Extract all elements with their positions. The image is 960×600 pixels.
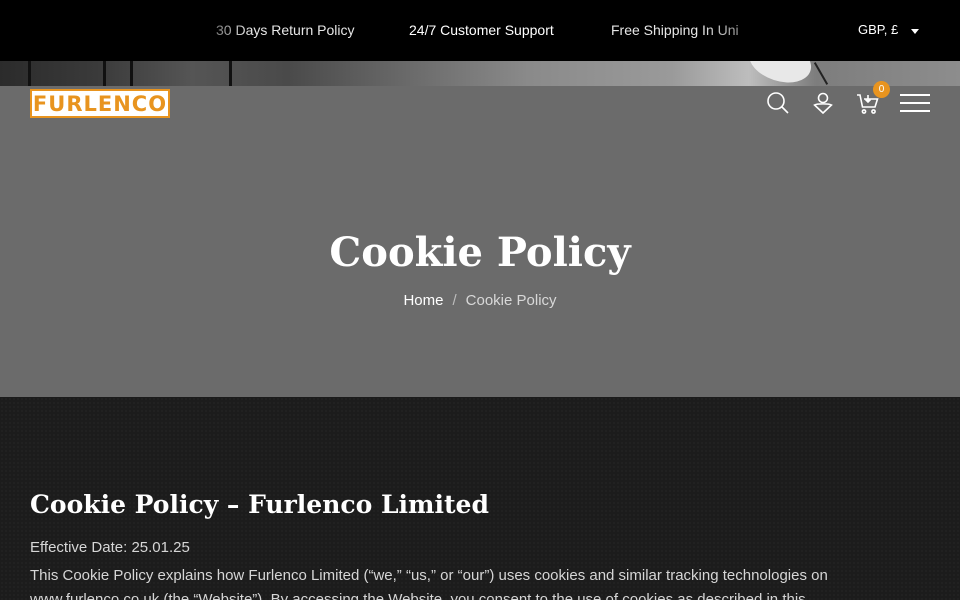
ticker-fade-right xyxy=(700,0,820,61)
chevron-down-icon[interactable] xyxy=(911,29,919,34)
search-icon[interactable] xyxy=(766,91,790,115)
breadcrumb: Home / Cookie Policy xyxy=(0,292,960,309)
background-post xyxy=(130,61,133,86)
policy-intro-paragraph: This Cookie Policy explains how Furlenco… xyxy=(30,567,828,600)
cart-count-badge: 0 xyxy=(873,81,890,98)
background-post xyxy=(28,61,31,86)
policy-heading: Cookie Policy – Furlenco Limited xyxy=(30,490,489,519)
logo-text: FURLENCO xyxy=(32,91,168,116)
announcement-customer-support[interactable]: 24/7 Customer Support xyxy=(409,22,554,38)
site-logo[interactable]: FURLENCO xyxy=(30,89,170,118)
user-icon[interactable] xyxy=(811,91,835,115)
ticker-fade-left xyxy=(180,0,250,61)
page-hero: FURLENCO 0 Cookie Policy Home / Cookie Pol… xyxy=(0,61,960,397)
menu-icon[interactable] xyxy=(900,94,930,112)
currency-selector[interactable]: GBP, £ xyxy=(858,22,898,37)
announcement-bar: 30 Days Return Policy 24/7 Customer Supp… xyxy=(0,0,960,61)
policy-content: Cookie Policy – Furlenco Limited Effecti… xyxy=(0,397,960,600)
breadcrumb-home-link[interactable]: Home xyxy=(403,292,443,309)
breadcrumb-separator: / xyxy=(452,292,457,309)
background-lamp-arm xyxy=(813,62,829,85)
announcement-ticker: 30 Days Return Policy 24/7 Customer Supp… xyxy=(0,0,820,61)
hero-background-image xyxy=(0,61,960,90)
page-title: Cookie Policy xyxy=(329,229,631,276)
background-post xyxy=(229,61,232,86)
background-post xyxy=(103,61,106,86)
breadcrumb-current: Cookie Policy xyxy=(465,292,557,309)
effective-date: Effective Date: 25.01.25 xyxy=(30,539,190,556)
